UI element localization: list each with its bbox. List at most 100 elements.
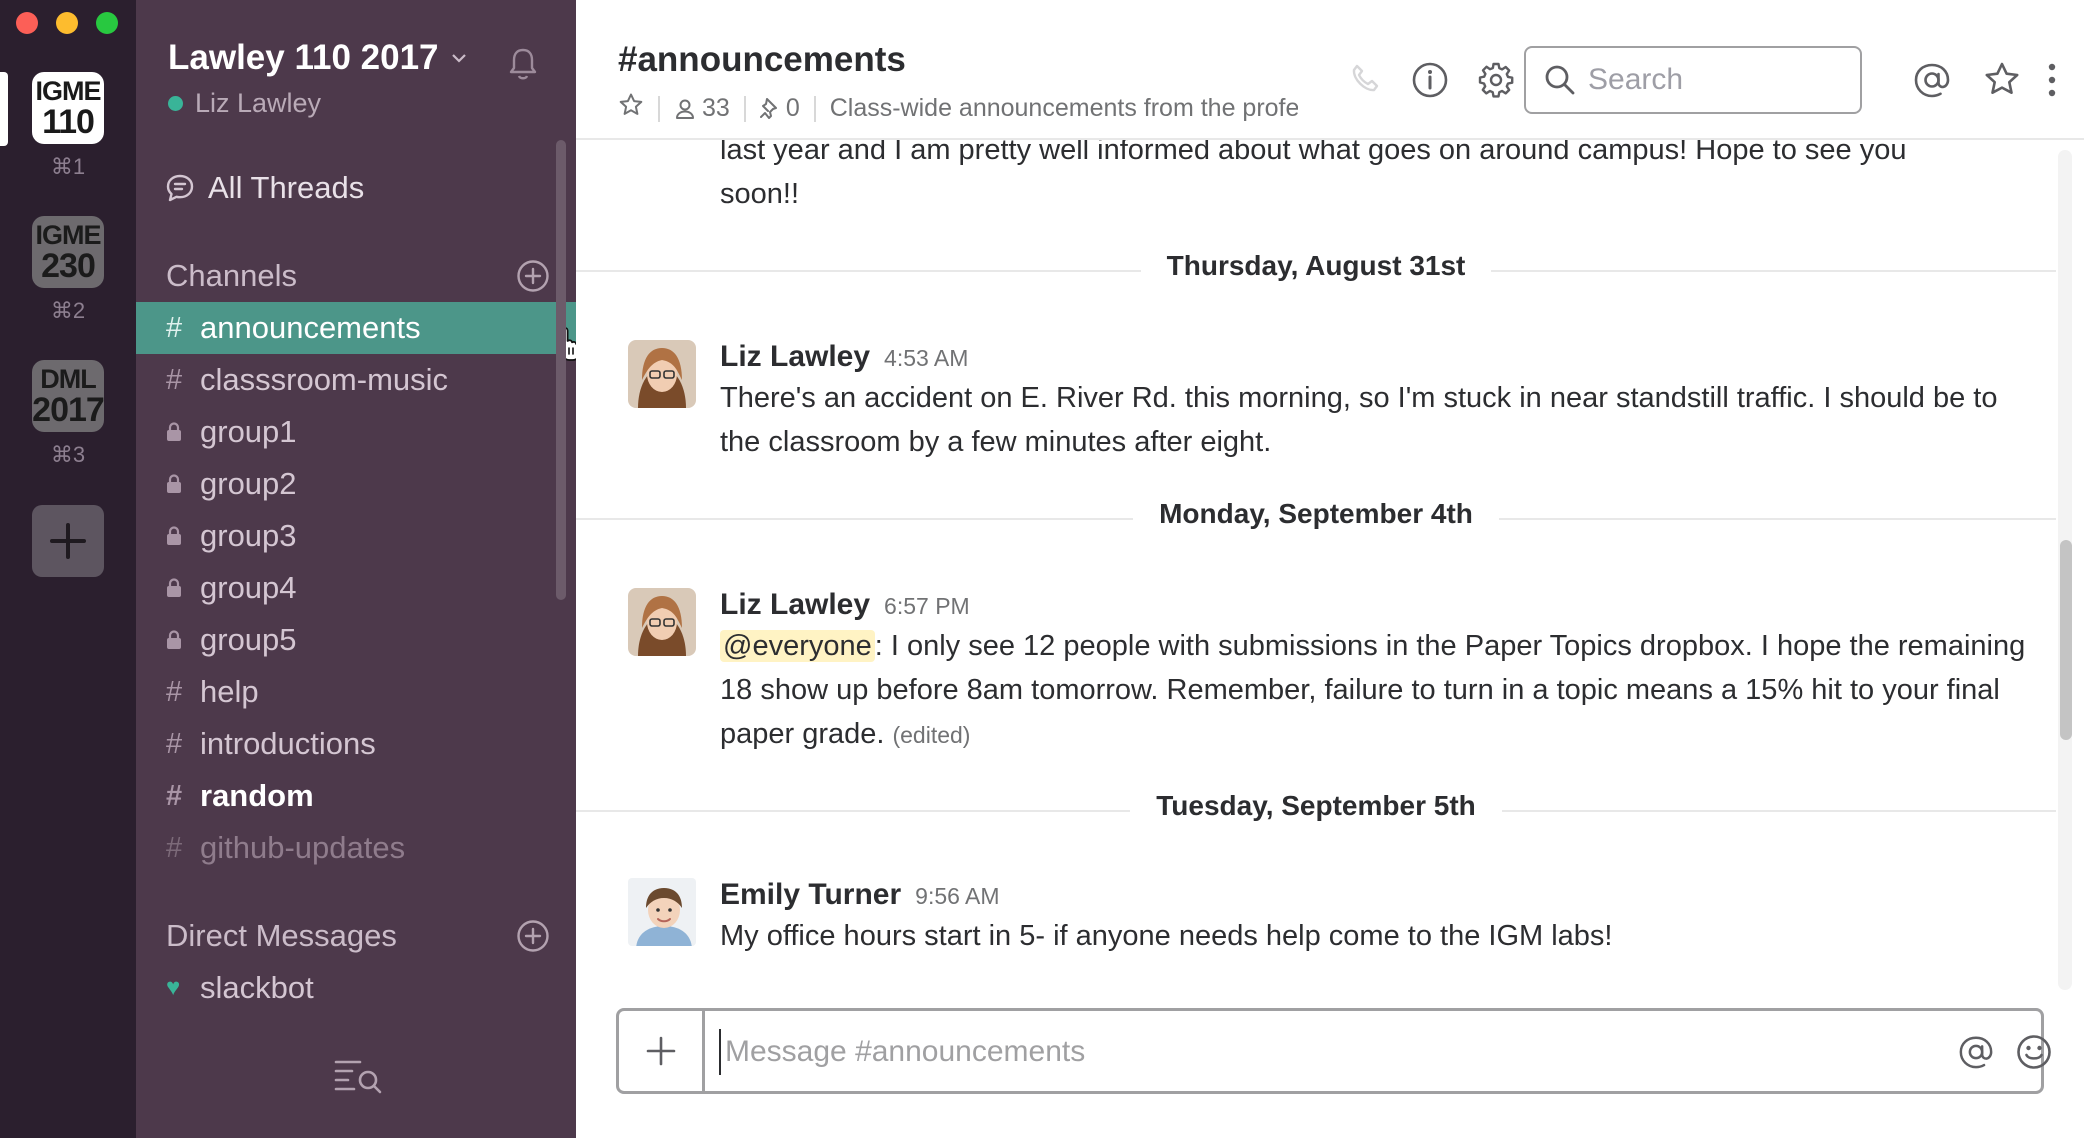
channel-item-group5[interactable]: group5 (136, 614, 576, 666)
team-igme230-shortcut: ⌘2 (50, 298, 86, 323)
channel-item-introductions[interactable]: # introductions (136, 718, 576, 770)
search-icon (1545, 65, 1575, 95)
star-outline-icon (1985, 62, 2019, 94)
channel-item-classsroom-music[interactable]: # classsroom-music (136, 354, 576, 406)
everyone-mention[interactable]: @everyone (720, 630, 875, 662)
separator (813, 95, 816, 122)
direct-messages-header[interactable]: Direct Messages (166, 918, 397, 954)
hash-icon: # (166, 311, 183, 344)
message-pane[interactable]: last year and I am pretty well informed … (576, 140, 2066, 1000)
more-options-button[interactable] (2040, 58, 2064, 102)
message-author[interactable]: Liz Lawley (720, 588, 870, 621)
dm-name: slackbot (200, 970, 314, 1005)
channel-name: random (200, 778, 314, 813)
add-channel-button[interactable] (516, 259, 550, 293)
emoji-button[interactable] (2013, 1031, 2055, 1073)
message-text-partial: last year and I am pretty well informed … (720, 140, 1907, 210)
channel-name: group4 (200, 570, 297, 605)
at-sign-icon (1959, 1036, 1993, 1069)
hash-icon: # (166, 831, 183, 864)
channel-item-group3[interactable]: group3 (136, 510, 576, 562)
message-author[interactable]: Liz Lawley (720, 340, 870, 373)
plus-icon (646, 1036, 675, 1066)
channel-item-group2[interactable]: group2 (136, 458, 576, 510)
dm-item-slackbot[interactable]: ♥ slackbot (136, 962, 576, 1014)
channel-list: # announcements # classsroom-music group… (136, 302, 576, 874)
message-composer (616, 1008, 2051, 1094)
channel-meta: 33 0 Class-wide announcements from the p… (618, 92, 1298, 125)
pinned-count-button[interactable]: 0 (759, 94, 800, 123)
channel-name: github-updates (200, 830, 406, 865)
notifications-button[interactable] (506, 46, 540, 87)
team-dml2017-shortcut: ⌘3 (50, 442, 86, 467)
person-icon (676, 99, 694, 119)
channel-topic[interactable]: Class-wide announcements from the profes… (830, 94, 1298, 123)
channel-name: help (200, 674, 259, 709)
channel-name: group5 (200, 622, 297, 657)
phone-icon (1352, 64, 1379, 92)
channel-name: classsroom-music (200, 362, 449, 397)
search-input[interactable]: Search (1524, 46, 1862, 114)
channel-header: #announcements 33 0 Class-wide announcem… (576, 0, 2084, 140)
lock-icon (166, 526, 200, 546)
channel-info-button[interactable] (1408, 58, 1452, 102)
avatar[interactable] (628, 588, 696, 656)
message-timestamp[interactable]: 4:53 AM (884, 345, 968, 371)
day-divider-label: Tuesday, September 5th (1130, 790, 1502, 821)
message-scrollbar-thumb[interactable] (2060, 540, 2072, 740)
channel-title[interactable]: #announcements (618, 40, 906, 80)
channel-item-group1[interactable]: group1 (136, 406, 576, 458)
call-button[interactable] (1344, 58, 1388, 102)
main-panel: #announcements 33 0 Class-wide announcem… (576, 0, 2084, 1138)
add-direct-message-button[interactable] (516, 919, 550, 953)
window-close-button[interactable] (16, 12, 38, 34)
day-divider: Monday, September 4th (576, 498, 2056, 530)
attach-button[interactable] (619, 1011, 705, 1091)
plus-icon (50, 523, 86, 559)
team-dml2017-button[interactable]: DML 2017 (32, 360, 105, 432)
channel-item-help[interactable]: # help (136, 666, 576, 718)
avatar[interactable] (628, 878, 696, 946)
channel-name: group2 (200, 466, 297, 501)
mention-button[interactable] (1955, 1031, 1997, 1073)
window-zoom-button[interactable] (96, 12, 118, 34)
mentions-button[interactable] (1910, 58, 1954, 102)
channel-name: group3 (200, 518, 297, 553)
starred-items-button[interactable] (1980, 58, 2024, 102)
window-minimize-button[interactable] (56, 12, 78, 34)
team-igme110-button[interactable]: IGME 110 (32, 72, 104, 144)
channels-header[interactable]: Channels (166, 258, 297, 294)
channel-item-group4[interactable]: group4 (136, 562, 576, 614)
current-user[interactable]: Liz Lawley (168, 88, 321, 119)
channel-settings-button[interactable] (1474, 58, 1518, 102)
day-divider-label: Monday, September 4th (1133, 498, 1499, 529)
gear-icon (1478, 62, 1514, 98)
more-vertical-icon (2048, 63, 2056, 97)
workspace-menu-button[interactable]: Lawley 110 2017 (168, 38, 467, 78)
bell-icon (509, 48, 537, 80)
avatar[interactable] (628, 340, 696, 408)
message-timestamp[interactable]: 6:57 PM (884, 593, 970, 619)
message-input[interactable] (719, 1029, 1819, 1075)
team-igme230-button[interactable]: IGME 230 (32, 216, 104, 288)
member-count-button[interactable]: 33 (674, 94, 730, 123)
all-threads-label: All Threads (208, 170, 365, 205)
star-outline-icon[interactable] (618, 92, 644, 125)
lock-icon (166, 474, 200, 494)
quick-switcher-button[interactable] (332, 1056, 384, 1101)
channel-item-announcements[interactable]: # announcements (136, 302, 576, 354)
message-header: Emily Turner 9:56 AM (720, 878, 1000, 912)
add-team-button[interactable] (32, 505, 104, 577)
smiley-icon (2017, 1035, 2051, 1069)
message-author[interactable]: Emily Turner (720, 878, 901, 911)
direct-message-list: ♥ slackbot (136, 962, 576, 1014)
sidebar-scrollbar[interactable] (556, 140, 566, 600)
plus-circle-icon (517, 260, 549, 292)
channel-item-random[interactable]: # random (136, 770, 576, 822)
message-text: @everyone: I only see 12 people with sub… (720, 624, 2030, 757)
message-timestamp[interactable]: 9:56 AM (915, 883, 999, 909)
channel-sidebar: Lawley 110 2017 Liz Lawley All Threads C… (136, 0, 581, 1138)
lock-icon (166, 422, 200, 442)
channel-item-github-updates[interactable]: # github-updates (136, 822, 576, 874)
all-threads-link[interactable]: All Threads (164, 170, 364, 206)
